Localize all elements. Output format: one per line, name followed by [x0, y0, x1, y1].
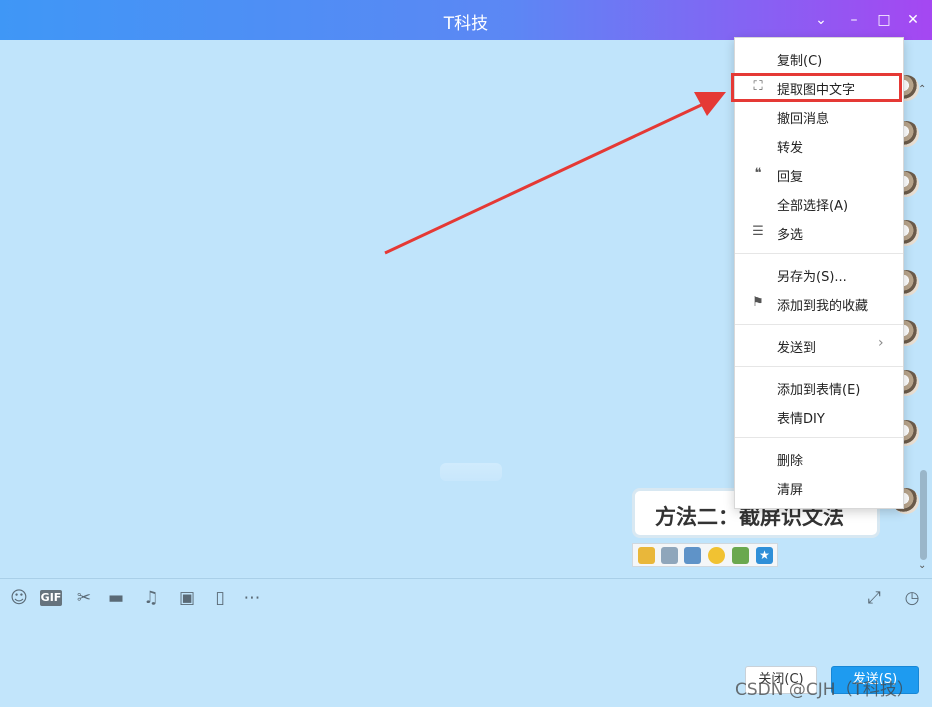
annotation-arrow	[384, 92, 726, 255]
